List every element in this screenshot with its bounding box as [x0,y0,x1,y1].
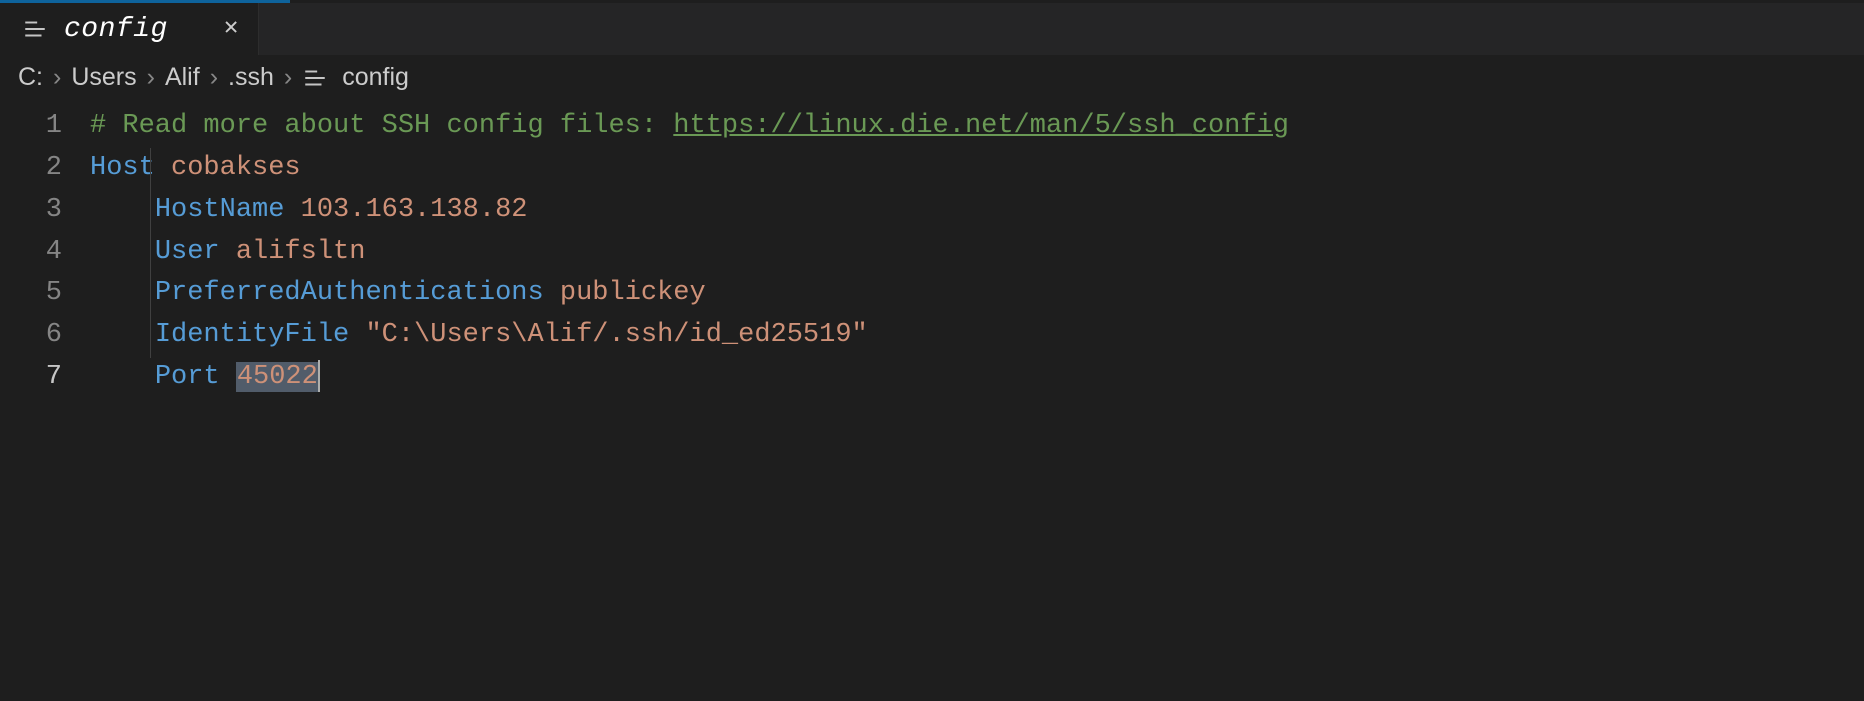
tab-label: config [64,14,168,45]
line-number: 1 [0,106,90,148]
editor-window: config ✕ C: › Users › Alif › .ssh › conf… [0,0,1864,701]
close-icon[interactable]: ✕ [224,17,238,41]
code-line[interactable]: Port 45022 [90,357,1864,399]
line-number: 2 [0,148,90,190]
line-number: 4 [0,232,90,274]
chevron-right-icon: › [210,63,218,92]
lines-icon [302,65,328,91]
line-number: 6 [0,315,90,357]
line-number: 5 [0,273,90,315]
breadcrumb-segment[interactable]: Alif [165,63,200,92]
breadcrumb[interactable]: C: › Users › Alif › .ssh › config [0,55,1864,102]
line-number: 7 [0,357,90,399]
chevron-right-icon: › [53,63,61,92]
lines-icon [22,16,48,42]
text-cursor [318,360,320,392]
chevron-right-icon: › [284,63,292,92]
breadcrumb-file[interactable]: config [342,63,409,92]
tab-config[interactable]: config ✕ [0,3,259,55]
line-number: 3 [0,190,90,232]
line-number-gutter: 1234567 [0,106,90,701]
breadcrumb-segment[interactable]: Users [71,63,136,92]
chevron-right-icon: › [147,63,155,92]
code-line[interactable]: IdentityFile "C:\Users\Alif/.ssh/id_ed25… [90,315,1864,357]
code-line[interactable]: User alifsltn [90,232,1864,274]
code-line[interactable]: Host cobakses [90,148,1864,190]
tab-bar: config ✕ [0,3,1864,55]
breadcrumb-segment[interactable]: C: [18,63,43,92]
code-line[interactable]: PreferredAuthentications publickey [90,273,1864,315]
code-line[interactable]: # Read more about SSH config files: http… [90,106,1864,148]
indent-guide [150,148,151,358]
code-area[interactable]: # Read more about SSH config files: http… [90,106,1864,701]
breadcrumb-segment[interactable]: .ssh [228,63,274,92]
code-editor[interactable]: 1234567 # Read more about SSH config fil… [0,102,1864,701]
code-line[interactable]: HostName 103.163.138.82 [90,190,1864,232]
